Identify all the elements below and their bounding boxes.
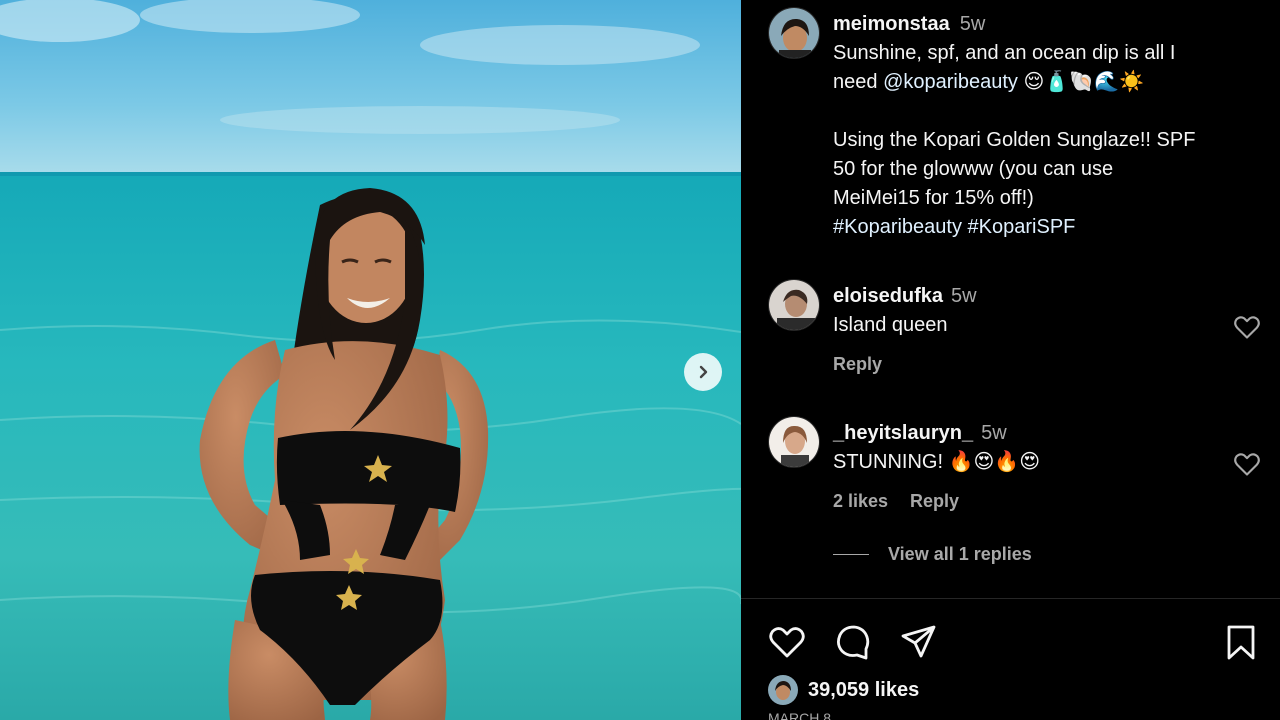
caption-username[interactable]: meimonstaa <box>833 13 950 35</box>
comment-bubble-icon[interactable] <box>833 622 873 662</box>
comment-username[interactable]: _heyitslauryn_ <box>833 422 973 444</box>
caption-mention[interactable]: @koparibeauty <box>883 71 1018 93</box>
view-replies-button[interactable]: View all 1 replies <box>833 544 1032 565</box>
paper-plane-icon[interactable] <box>899 622 939 662</box>
likes-summary: 39,059 likes <box>768 675 919 705</box>
caption-line-1: Sunshine, spf, and an ocean dip is all I <box>833 42 1176 64</box>
comments-list[interactable]: meimonstaa 5w Sunshine, spf, and an ocean… <box>741 0 1280 598</box>
avatar[interactable] <box>768 279 820 331</box>
chevron-right-icon <box>699 365 708 379</box>
next-image-button[interactable] <box>684 353 722 391</box>
caption-timestamp: 5w <box>959 13 986 35</box>
beach-photo <box>0 0 741 720</box>
avatar-image <box>768 675 798 705</box>
likes-count[interactable]: 39,059 likes <box>808 679 919 702</box>
like-comment-icon[interactable] <box>1233 451 1261 477</box>
avatar[interactable] <box>768 7 820 59</box>
comment-text: Island queen <box>833 314 948 336</box>
caption-hashtag[interactable]: #KopariSPF <box>968 216 1076 238</box>
post-side-panel: meimonstaa 5w Sunshine, spf, and an ocean… <box>741 0 1280 720</box>
post-image[interactable] <box>0 0 741 720</box>
reply-button[interactable]: Reply <box>910 491 959 511</box>
avatar-image <box>769 280 819 330</box>
caption-emojis: 😌🧴🐚🌊☀️ <box>1023 71 1144 93</box>
comment-username[interactable]: eloisedufka <box>833 285 943 307</box>
like-comment-icon[interactable] <box>1233 314 1261 340</box>
avatar[interactable] <box>768 675 798 705</box>
avatar-image <box>769 8 819 58</box>
caption-line-4: 50 for the glowww (you can use <box>833 158 1114 180</box>
comment-likes-count[interactable]: 2 likes <box>833 491 888 511</box>
caption-line-5: MeiMei15 for 15% off!) <box>833 187 1034 209</box>
comment-timestamp: 5w <box>951 285 977 307</box>
replies-divider-line <box>833 554 869 555</box>
caption-hashtag[interactable]: #Koparibeauty <box>833 216 962 238</box>
post-date: March 8 <box>768 710 832 720</box>
avatar-image <box>769 417 819 467</box>
heart-icon[interactable] <box>767 622 807 662</box>
comment-text: STUNNING! 🔥😍🔥😍 <box>833 451 1041 473</box>
caption-line-3: Using the Kopari Golden Sunglaze!! SPF <box>833 129 1196 151</box>
caption-line-2-prefix: need <box>833 71 884 93</box>
comment-timestamp: 5w <box>981 422 1007 444</box>
reply-button[interactable]: Reply <box>833 354 882 374</box>
post-actions-bar <box>741 618 1280 666</box>
bookmark-icon[interactable] <box>1221 622 1261 662</box>
view-replies-label: View all 1 replies <box>888 544 1032 564</box>
avatar[interactable] <box>768 416 820 468</box>
section-divider <box>741 598 1280 599</box>
